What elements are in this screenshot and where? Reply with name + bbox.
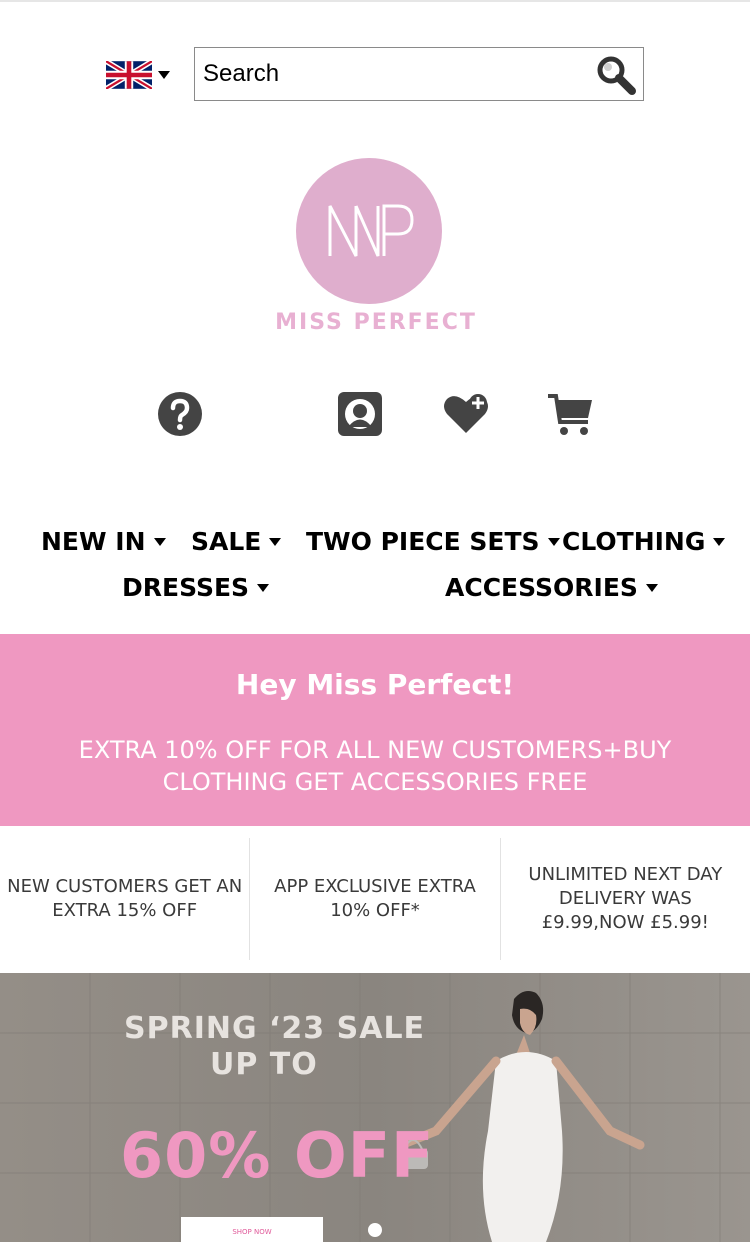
usp-app-exclusive[interactable]: APP EXCLUSIVE EXTRA 10% OFF* <box>249 838 499 960</box>
search-icon[interactable] <box>595 54 637 96</box>
nav-sale[interactable]: SALE <box>191 527 282 556</box>
brand-name: MISS PERFECT <box>275 310 477 335</box>
cart-icon <box>548 394 592 435</box>
nav-label: DRESSES <box>122 573 250 602</box>
model-photo <box>398 991 645 1242</box>
chevron-down-icon <box>645 583 658 592</box>
promo-banner[interactable]: Hey Miss Perfect! EXTRA 10% OFF FOR ALL … <box>0 634 750 826</box>
hero-banner[interactable]: SPRING ‘23 SALE UP TO 60% OFF SHOP NOW <box>0 973 750 1242</box>
nav-label: CLOTHING <box>562 527 706 556</box>
chevron-down-icon <box>153 537 166 546</box>
help-icon <box>158 392 202 436</box>
hero-discount: 60% OFF <box>120 1119 435 1192</box>
nav-dresses[interactable]: DRESSES <box>122 573 270 602</box>
brand-logo[interactable]: MISS PERFECT <box>258 158 494 338</box>
search-input[interactable] <box>195 48 585 100</box>
hero-headline: SPRING ‘23 SALE <box>124 1011 426 1046</box>
promo-subtitle: EXTRA 10% OFF FOR ALL NEW CUSTOMERS+BUY … <box>78 736 672 796</box>
search-bar <box>194 47 644 101</box>
help-button[interactable] <box>156 390 204 438</box>
nav-accessories[interactable]: ACCESSORIES <box>445 573 658 602</box>
carousel-dot[interactable] <box>368 1223 382 1237</box>
promo-title: Hey Miss Perfect! <box>235 668 515 701</box>
uk-flag-icon <box>106 61 152 89</box>
monogram-mark <box>328 204 414 257</box>
language-selector[interactable] <box>106 60 174 90</box>
nav-new-in[interactable]: NEW IN <box>41 527 166 556</box>
nav-label: NEW IN <box>41 527 146 556</box>
nav-label: ACCESSORIES <box>445 573 638 602</box>
top-divider <box>0 0 750 2</box>
chevron-down-icon <box>257 583 270 592</box>
cart-button[interactable] <box>546 390 594 438</box>
shop-now-button[interactable]: SHOP NOW <box>181 1217 323 1242</box>
chevron-down-icon <box>713 537 726 546</box>
chevron-down-icon <box>158 71 170 79</box>
nav-label: SALE <box>191 527 262 556</box>
nav-clothing[interactable]: CLOTHING <box>562 527 726 556</box>
usp-next-day-delivery[interactable]: UNLIMITED NEXT DAY DELIVERY WAS £9.99,NO… <box>499 838 750 960</box>
account-icon <box>338 392 382 436</box>
usp-strip: NEW CUSTOMERS GET AN EXTRA 15% OFF APP E… <box>0 826 750 972</box>
nav-two-piece-sets[interactable]: TWO PIECE SETS <box>306 527 560 556</box>
nav-label: TWO PIECE SETS <box>306 527 540 556</box>
chevron-down-icon <box>547 537 560 546</box>
chevron-down-icon <box>269 537 282 546</box>
wishlist-icon <box>444 394 488 433</box>
hero-subheadline: UP TO <box>210 1047 318 1082</box>
account-button[interactable] <box>336 390 384 438</box>
usp-new-customers[interactable]: NEW CUSTOMERS GET AN EXTRA 15% OFF <box>0 838 249 960</box>
wishlist-button[interactable] <box>442 390 490 438</box>
